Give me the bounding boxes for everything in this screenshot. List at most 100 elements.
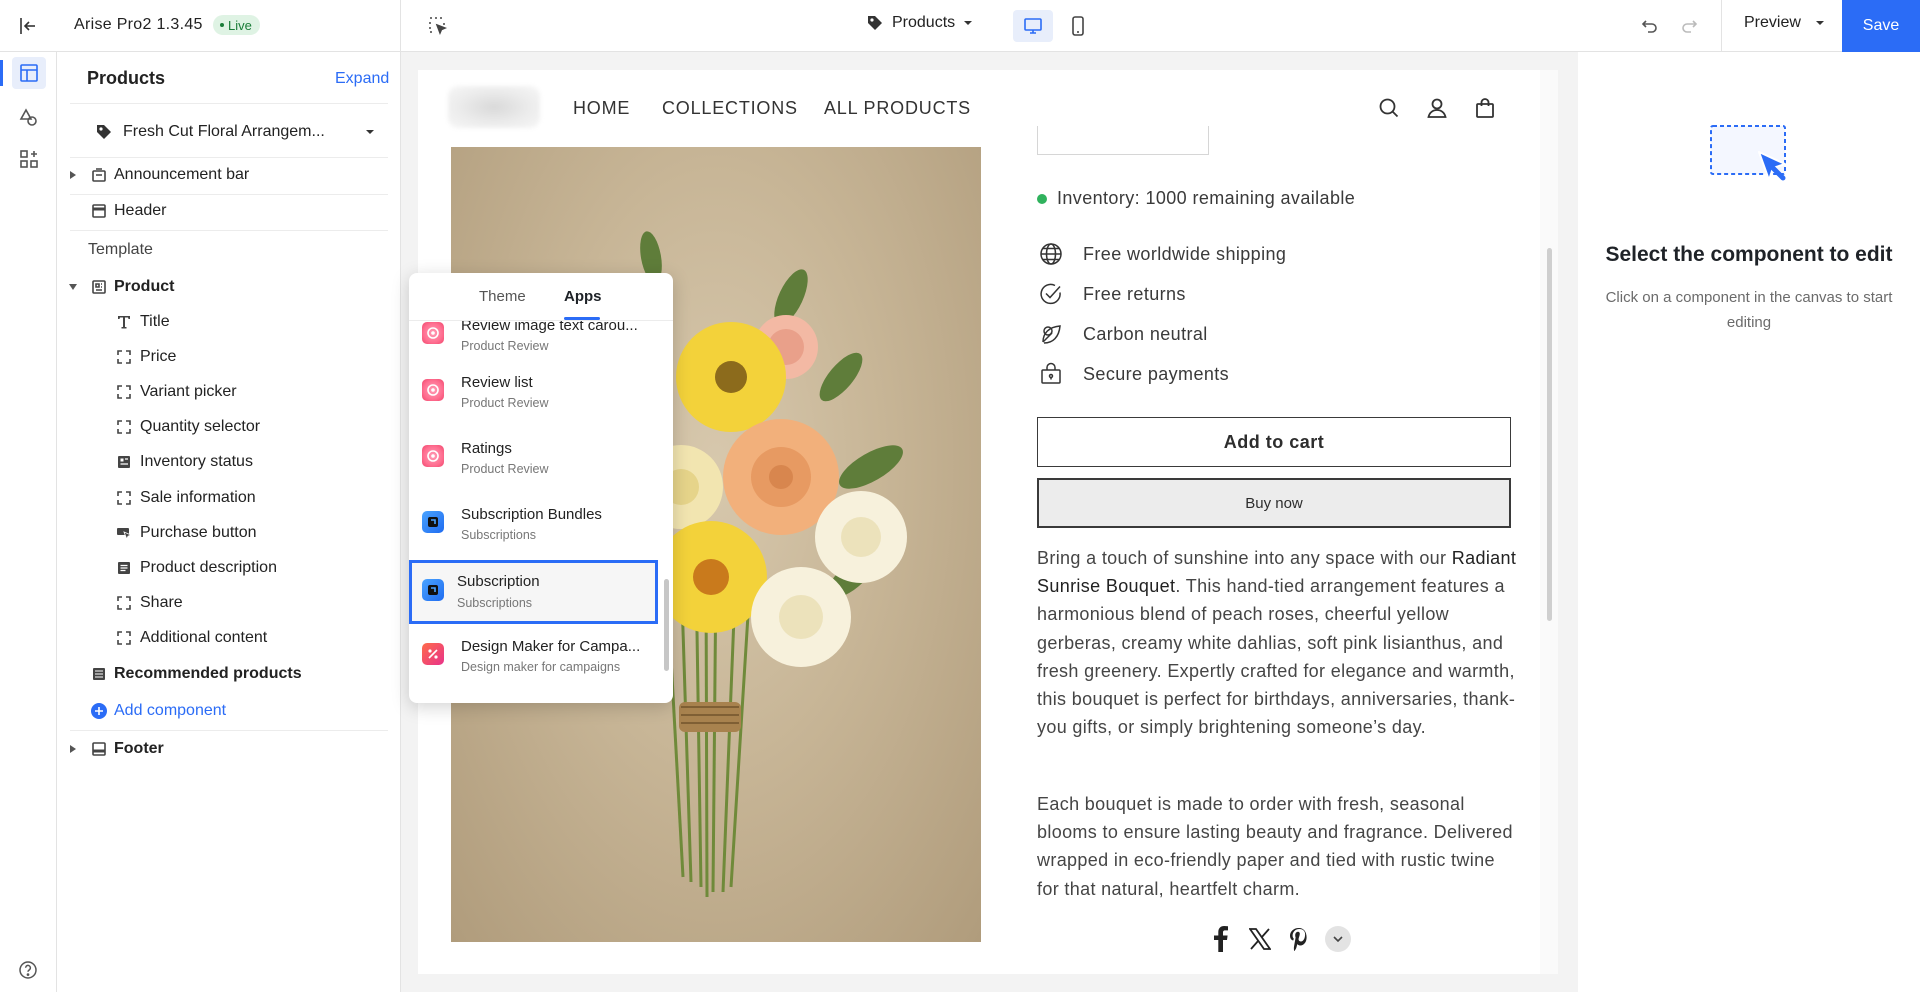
popover-scrollbar[interactable]: [660, 321, 673, 703]
app-item-subtitle: Design maker for campaigns: [461, 660, 621, 674]
tree-item-announcement-bar[interactable]: Announcement bar: [57, 160, 400, 190]
top-toolbar: Arise Pro2 1.3.45 Live Products Preview …: [0, 0, 1920, 52]
block-icon: [115, 453, 133, 471]
buy-now-button[interactable]: Buy now: [1037, 478, 1511, 528]
canvas-scrollbar[interactable]: [1540, 70, 1558, 974]
page-selector-label: Products: [892, 14, 956, 31]
tree-item-footer[interactable]: Footer: [57, 734, 400, 764]
select-element-icon[interactable]: [424, 13, 452, 39]
account-icon[interactable]: [1424, 95, 1450, 121]
list-item-design-maker[interactable]: Design Maker for Campa... Design maker f…: [413, 629, 658, 685]
help-icon[interactable]: [16, 958, 40, 982]
tab-theme[interactable]: Theme: [479, 288, 526, 305]
footer-icon: [90, 740, 108, 758]
store-logo[interactable]: [448, 86, 540, 128]
tree-item-quantity-selector[interactable]: Quantity selector: [57, 412, 400, 442]
frame-icon: [115, 348, 133, 366]
tree-item-product-description[interactable]: Product description: [57, 553, 400, 583]
mobile-view-button[interactable]: [1060, 10, 1096, 42]
tab-apps[interactable]: Apps: [564, 288, 602, 305]
empty-state-title: Select the component to edit: [1605, 243, 1893, 266]
tree-item-label: Product: [114, 278, 175, 295]
tree-item-variant-picker[interactable]: Variant picker: [57, 377, 400, 407]
tree-item-purchase-button[interactable]: Purchase button: [57, 518, 400, 548]
tree-item-label: Add component: [114, 702, 227, 719]
feature-returns: Free returns: [1037, 280, 1186, 308]
apps-grid-icon: [20, 150, 38, 168]
nav-link-all-products[interactable]: ALL PRODUCTS: [824, 98, 971, 119]
tree-item-header[interactable]: Header: [57, 196, 400, 226]
tree-item-sale-information[interactable]: Sale information: [57, 483, 400, 513]
tree-item-label: Variant picker: [140, 383, 237, 400]
app-item-subtitle: Product Review: [461, 396, 549, 410]
list-item-ratings[interactable]: Ratings Product Review: [413, 431, 658, 487]
search-icon[interactable]: [1376, 95, 1402, 121]
add-to-cart-button[interactable]: Add to cart: [1037, 417, 1511, 467]
product-description-paragraph: Each bouquet is made to order with fresh…: [1037, 794, 1513, 899]
preview-button[interactable]: Preview: [1744, 14, 1825, 32]
tree-item-label: Price: [140, 348, 177, 365]
frame-icon: [115, 383, 133, 401]
desktop-view-button[interactable]: [1013, 10, 1053, 42]
subscription-app-icon: [422, 511, 444, 533]
tree-item-label: Quantity selector: [140, 418, 261, 435]
tree-item-recommended-products[interactable]: Recommended products: [57, 659, 400, 689]
theme-name: Arise Pro2 1.3.45: [74, 16, 203, 33]
list-item-review-list[interactable]: Review list Product Review: [413, 365, 658, 421]
list-item-review-image-text-carousel[interactable]: Review image text carou... Product Revie…: [413, 321, 658, 364]
list-item-subscription[interactable]: Subscription Subscriptions: [409, 560, 658, 624]
app-component-list[interactable]: Review image text carou... Product Revie…: [409, 321, 673, 703]
cart-bag-icon[interactable]: [1472, 95, 1498, 121]
expand-link[interactable]: Expand: [335, 70, 389, 88]
caret-right-icon[interactable]: [66, 742, 80, 756]
redo-button[interactable]: [1675, 12, 1703, 40]
chevron-down-icon: [1815, 21, 1824, 25]
variant-option-box[interactable]: [1037, 126, 1209, 155]
tree-item-product[interactable]: Product: [57, 272, 400, 302]
icon-rail: [0, 52, 57, 992]
tree-item-label: Product description: [140, 559, 277, 576]
nav-link-home[interactable]: HOME: [573, 98, 630, 119]
redo-icon: [1682, 20, 1698, 33]
inventory-status: Inventory: 1000 remaining available: [1037, 188, 1355, 209]
frame-icon: [115, 489, 133, 507]
theme-styles-tab[interactable]: [12, 101, 46, 133]
sidebar-divider: [70, 230, 388, 231]
sidebar-title: Products: [87, 68, 166, 88]
save-button[interactable]: Save: [1842, 0, 1920, 52]
exit-editor-icon[interactable]: [12, 12, 44, 40]
frame-icon: [115, 629, 133, 647]
tree-item-additional-content[interactable]: Additional content: [57, 623, 400, 653]
app-item-name: Subscription Bundles: [461, 506, 602, 523]
tree-item-price[interactable]: Price: [57, 342, 400, 372]
page-selector[interactable]: Products: [866, 14, 973, 32]
sections-tab[interactable]: [12, 57, 46, 89]
product-selector[interactable]: Fresh Cut Floral Arrangem...: [95, 118, 385, 146]
chevron-down-icon: [366, 130, 374, 134]
undo-button[interactable]: [1636, 12, 1664, 40]
tree-item-title[interactable]: Title: [57, 307, 400, 337]
pinterest-icon[interactable]: [1286, 925, 1312, 953]
app-item-name: Review image text carou...: [461, 321, 638, 334]
scrollbar-thumb[interactable]: [1547, 248, 1552, 621]
tree-item-share[interactable]: Share: [57, 588, 400, 618]
scrollbar-thumb[interactable]: [664, 579, 669, 671]
list-item-subscription-bundles[interactable]: Subscription Bundles Subscriptions: [413, 497, 658, 553]
feature-shipping: Free worldwide shipping: [1037, 240, 1286, 268]
x-twitter-icon[interactable]: [1247, 925, 1273, 953]
add-component-button[interactable]: Add component: [57, 696, 400, 726]
design-maker-app-icon: [422, 643, 444, 665]
facebook-icon[interactable]: [1208, 925, 1234, 953]
apps-tab[interactable]: [12, 143, 46, 175]
nav-link-collections[interactable]: COLLECTIONS: [662, 98, 798, 119]
desktop-icon: [1024, 18, 1042, 34]
tree-item-inventory-status[interactable]: Inventory status: [57, 447, 400, 477]
caret-right-icon[interactable]: [66, 168, 80, 182]
add-component-popover: Theme Apps Review image text carou... Pr…: [409, 273, 673, 703]
popover-tabs: Theme Apps: [409, 273, 673, 321]
more-share-button[interactable]: [1325, 926, 1351, 952]
lock-bag-icon: [1037, 360, 1065, 388]
caret-down-icon[interactable]: [66, 280, 80, 294]
check-circle-icon: [1037, 280, 1065, 308]
tree-item-label: Inventory status: [140, 453, 253, 470]
